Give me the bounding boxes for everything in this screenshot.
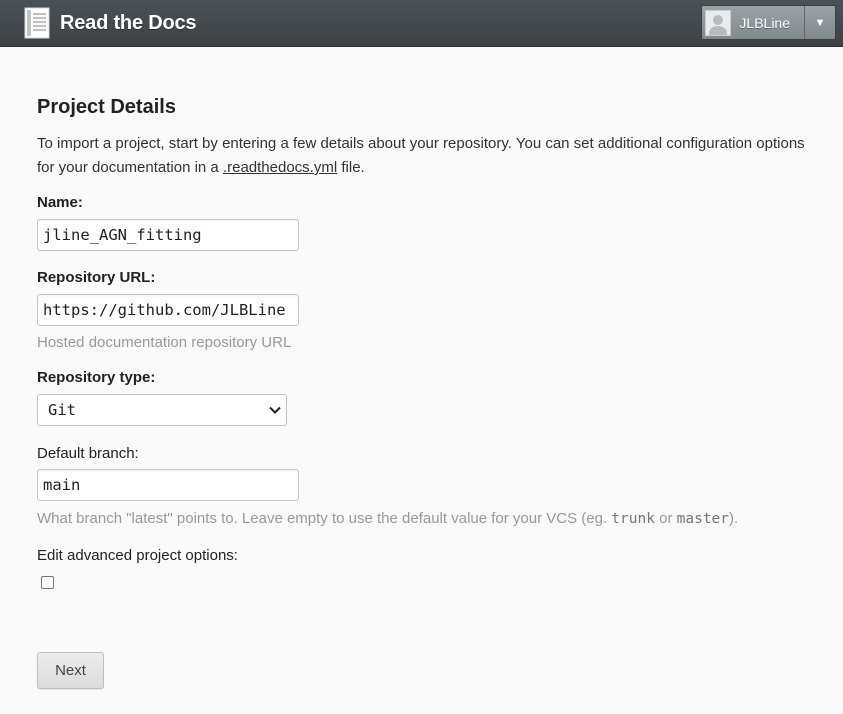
repo-url-input[interactable]	[37, 294, 299, 326]
caret-down-icon: ▼	[814, 16, 826, 29]
brand-home-link[interactable]: Read the Docs	[24, 7, 197, 39]
advanced-options-checkbox[interactable]	[41, 576, 54, 589]
trunk-code: trunk	[611, 511, 655, 527]
default-branch-label: Default branch:	[37, 445, 139, 462]
name-label: Name:	[37, 194, 83, 211]
repo-url-help: Hosted documentation repository URL	[37, 334, 292, 351]
user-menu: JLBLine ▼	[701, 5, 836, 40]
default-branch-help-before: What branch "latest" points to. Leave em…	[37, 510, 612, 527]
intro-text-before: To import a project, start by entering a…	[37, 135, 805, 176]
next-button[interactable]: Next	[37, 652, 104, 689]
intro-text: To import a project, start by entering a…	[37, 132, 817, 180]
repo-type-selected-value[interactable]: Git	[37, 394, 287, 426]
chevron-down-icon	[269, 406, 281, 414]
default-branch-help: What branch "latest" points to. Leave em…	[37, 510, 817, 527]
username-label: JLBLine	[739, 14, 790, 31]
advanced-options-label: Edit advanced project options:	[37, 547, 238, 564]
project-details-form: Project Details To import a project, sta…	[37, 96, 817, 589]
user-dropdown-toggle[interactable]: ▼	[805, 6, 835, 39]
user-menu-button[interactable]: JLBLine	[702, 6, 805, 39]
brand-title: Read the Docs	[60, 11, 197, 34]
readthedocs-yml-link[interactable]: .readthedocs.yml	[223, 159, 337, 176]
default-branch-help-mid: or	[654, 510, 677, 527]
repo-type-select[interactable]: Git	[37, 394, 287, 426]
master-code: master	[676, 511, 730, 527]
avatar-icon	[705, 9, 732, 36]
intro-text-after: file.	[337, 159, 365, 176]
page-title: Project Details	[37, 96, 176, 118]
repo-type-label: Repository type:	[37, 369, 156, 386]
name-input[interactable]	[37, 219, 299, 251]
repo-url-label: Repository URL:	[37, 269, 156, 286]
default-branch-help-after: ).	[729, 510, 739, 527]
book-icon	[24, 7, 50, 39]
default-branch-input[interactable]	[37, 469, 299, 501]
top-navbar: Read the Docs JLBLine ▼	[0, 0, 843, 47]
